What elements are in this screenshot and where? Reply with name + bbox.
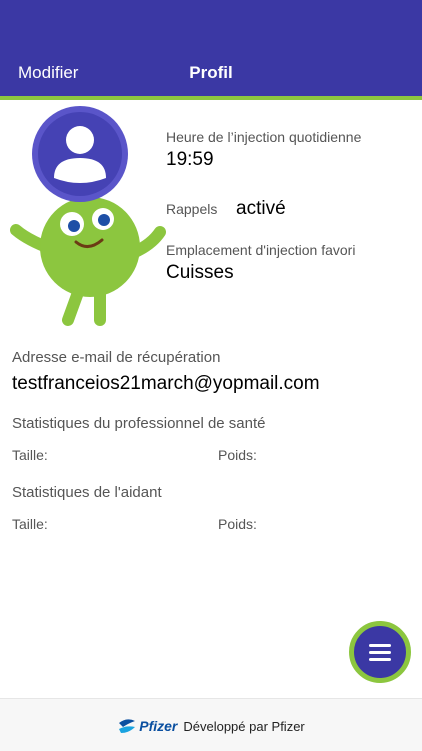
caregiver-weight-label: Poids:	[218, 516, 257, 532]
page-title: Profil	[189, 63, 233, 82]
mascot-avatar[interactable]	[10, 102, 170, 332]
pfizer-pill-icon	[119, 719, 136, 733]
caregiver-height-label: Taille:	[12, 516, 48, 532]
menu-button[interactable]	[349, 621, 411, 683]
developed-by-text: Développé par Pfizer	[183, 718, 305, 734]
footer: Pfizer Développé par Pfizer	[0, 698, 422, 751]
reminders-value: activé	[236, 198, 286, 219]
avatar-head-icon	[66, 126, 94, 154]
recovery-email-value: testfranceios21march@yopmail.com	[12, 373, 320, 394]
header-divider	[0, 96, 422, 100]
injection-site-value: Cuisses	[166, 262, 234, 283]
injection-time-label: Heure de l’injection quotidienne	[166, 129, 362, 145]
health-stats-title: Statistiques du professionnel de santé	[12, 415, 266, 432]
injection-site-label: Emplacement d'injection favori	[166, 242, 356, 258]
pfizer-logo: Pfizer	[117, 717, 177, 735]
caregiver-stats-title: Statistiques de l'aidant	[12, 484, 162, 501]
recovery-email-label: Adresse e-mail de récupération	[12, 349, 221, 366]
reminders-label: Rappels	[166, 201, 218, 217]
health-weight-label: Poids:	[218, 447, 257, 463]
health-height-label: Taille:	[12, 447, 48, 463]
pfizer-brand: Pfizer	[139, 718, 178, 734]
injection-time-value: 19:59	[166, 149, 214, 170]
